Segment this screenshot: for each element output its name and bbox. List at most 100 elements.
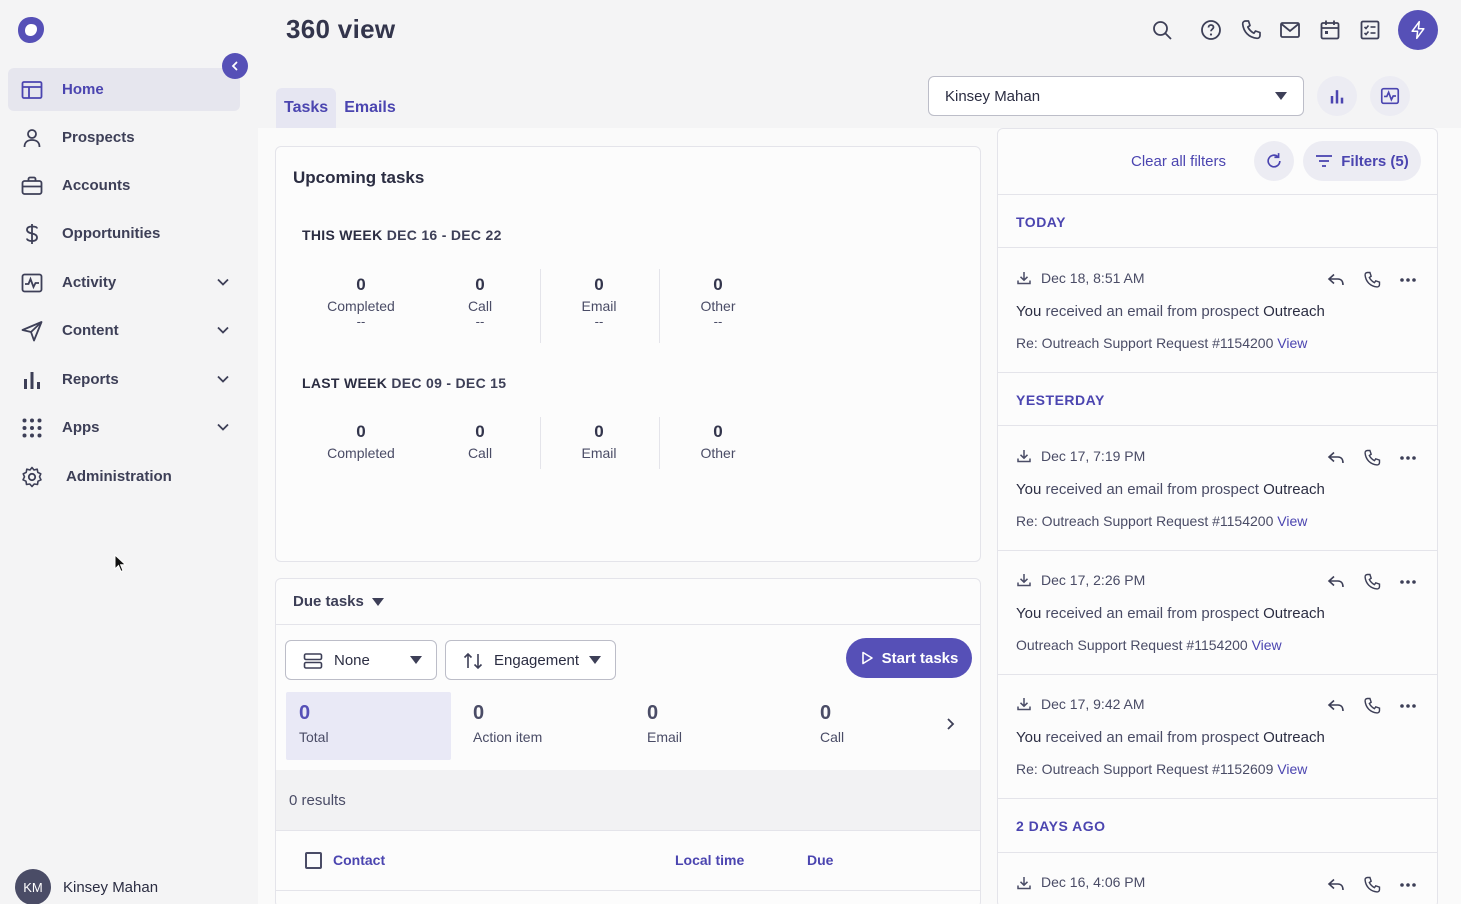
feed-filter-bar: Clear all filters Filters (5) — [998, 129, 1437, 195]
stat-other: 0 Other — [659, 422, 777, 461]
column-contact[interactable]: Contact — [333, 852, 385, 868]
refresh-icon — [1267, 153, 1281, 168]
stat-label: Email — [581, 298, 617, 314]
sidebar-item-label: Home — [62, 81, 104, 98]
stat-value: 0 — [475, 422, 485, 441]
group-by-select[interactable]: None — [285, 640, 437, 680]
outreach-logo[interactable] — [16, 15, 46, 45]
sidebar-item-label: Apps — [62, 419, 100, 436]
count-email[interactable]: 0 Email — [647, 692, 797, 760]
mail-icon[interactable] — [1278, 18, 1302, 42]
more-icon[interactable] — [1398, 448, 1418, 468]
due-tasks-toggle[interactable]: Due tasks — [293, 593, 384, 610]
activity-view-button[interactable] — [1370, 76, 1410, 116]
refresh-button[interactable] — [1254, 141, 1294, 181]
sidebar-item-home[interactable]: Home — [8, 68, 240, 111]
chevron-down-icon — [217, 375, 229, 383]
results-count: 0 results — [289, 792, 346, 809]
results-summary: 0 results — [276, 770, 980, 830]
start-tasks-button[interactable]: Start tasks — [846, 638, 972, 678]
tab-emails[interactable]: Emails — [336, 88, 404, 128]
sort-by-value: Engagement — [494, 651, 580, 669]
help-icon[interactable] — [1199, 18, 1223, 42]
divider — [998, 798, 1437, 799]
reply-icon[interactable] — [1326, 270, 1346, 290]
filters-button[interactable]: Filters (5) — [1303, 141, 1421, 181]
dollar-icon — [26, 224, 38, 244]
sort-icon — [463, 652, 483, 670]
reply-icon[interactable] — [1326, 875, 1346, 895]
last-week-label: LAST WEEK DEC 09 - DEC 15 — [302, 375, 506, 391]
sidebar-item-prospects[interactable]: Prospects — [8, 116, 240, 159]
phone-icon[interactable] — [1362, 696, 1382, 716]
feed-group-label: YESTERDAY — [1016, 392, 1105, 408]
sort-by-select[interactable]: Engagement — [445, 640, 616, 680]
reply-icon[interactable] — [1326, 696, 1346, 716]
view-link[interactable]: View — [1277, 335, 1307, 351]
column-due[interactable]: Due — [807, 852, 833, 868]
stat-email: 0 Email -- — [540, 275, 658, 329]
count-call[interactable]: 0 Call — [820, 692, 940, 760]
quick-actions-button[interactable] — [1398, 10, 1438, 50]
current-user[interactable]: KM Kinsey Mahan — [15, 869, 158, 904]
feed-item-subject: Re: Outreach Support Request #1154200 Vi… — [1016, 335, 1308, 351]
clear-filters-link[interactable]: Clear all filters — [1131, 153, 1226, 170]
divider — [998, 194, 1437, 195]
sidebar-item-administration[interactable]: Administration — [8, 455, 240, 498]
count-total[interactable]: 0 Total — [286, 692, 451, 760]
sidebar-item-accounts[interactable]: Accounts — [8, 164, 240, 207]
activity-icon — [1380, 87, 1400, 105]
view-tabs: Tasks Emails — [276, 88, 404, 128]
sidebar-item-activity[interactable]: Activity — [8, 261, 240, 304]
feed-item-actions — [1326, 270, 1418, 290]
phone-icon[interactable] — [1362, 270, 1382, 290]
collapse-sidebar-button[interactable] — [222, 53, 248, 79]
reply-icon[interactable] — [1326, 572, 1346, 592]
count-label: Total — [299, 729, 329, 745]
view-link[interactable]: View — [1277, 761, 1307, 777]
phone-icon[interactable] — [1362, 572, 1382, 592]
sidebar-item-opportunities[interactable]: Opportunities — [8, 212, 240, 255]
select-all-checkbox[interactable] — [305, 852, 322, 869]
phone-icon[interactable] — [1362, 875, 1382, 895]
sidebar: Home Prospects Accounts Opportunities Ac… — [0, 0, 258, 904]
stat-call: 0 Call — [421, 422, 539, 461]
stat-value: 0 — [356, 422, 366, 441]
view-link[interactable]: View — [1277, 513, 1307, 529]
stat-delta: -- — [713, 314, 723, 329]
feed-item-time: Dec 17, 7:19 PM — [1041, 448, 1146, 464]
sidebar-item-content[interactable]: Content — [8, 309, 240, 352]
more-icon[interactable] — [1398, 696, 1418, 716]
feed-item-message: You received an email from prospect Outr… — [1016, 729, 1325, 746]
download-icon — [1017, 450, 1031, 463]
search-icon[interactable] — [1150, 18, 1174, 42]
chevron-right-icon[interactable] — [942, 716, 958, 732]
sidebar-item-label: Prospects — [62, 129, 135, 146]
more-icon[interactable] — [1398, 572, 1418, 592]
reply-icon[interactable] — [1326, 448, 1346, 468]
more-icon[interactable] — [1398, 875, 1418, 895]
analytics-button[interactable] — [1317, 76, 1357, 116]
column-local-time[interactable]: Local time — [675, 852, 744, 868]
task-checklist-icon[interactable] — [1358, 18, 1382, 42]
view-link[interactable]: View — [1252, 637, 1282, 653]
count-value: 0 — [820, 702, 832, 724]
sidebar-item-label: Opportunities — [62, 225, 161, 242]
phone-icon[interactable] — [1362, 448, 1382, 468]
user-select[interactable]: Kinsey Mahan — [928, 76, 1304, 116]
count-label: Action item — [473, 729, 543, 745]
avatar: KM — [15, 869, 51, 904]
feed-item-time: Dec 18, 8:51 AM — [1041, 270, 1145, 286]
phone-icon[interactable] — [1239, 18, 1263, 42]
stat-value: 0 — [594, 422, 604, 441]
sidebar-item-reports[interactable]: Reports — [8, 358, 240, 401]
feed-item-time: Dec 17, 9:42 AM — [1041, 696, 1145, 712]
sidebar-item-apps[interactable]: Apps — [8, 406, 240, 449]
calendar-icon[interactable] — [1318, 18, 1342, 42]
more-icon[interactable] — [1398, 270, 1418, 290]
count-action-item[interactable]: 0 Action item — [473, 692, 623, 760]
bar-chart-icon — [1330, 90, 1344, 104]
stat-label: Other — [700, 445, 736, 461]
tab-tasks[interactable]: Tasks — [276, 88, 337, 128]
stat-value: 0 — [475, 275, 485, 294]
